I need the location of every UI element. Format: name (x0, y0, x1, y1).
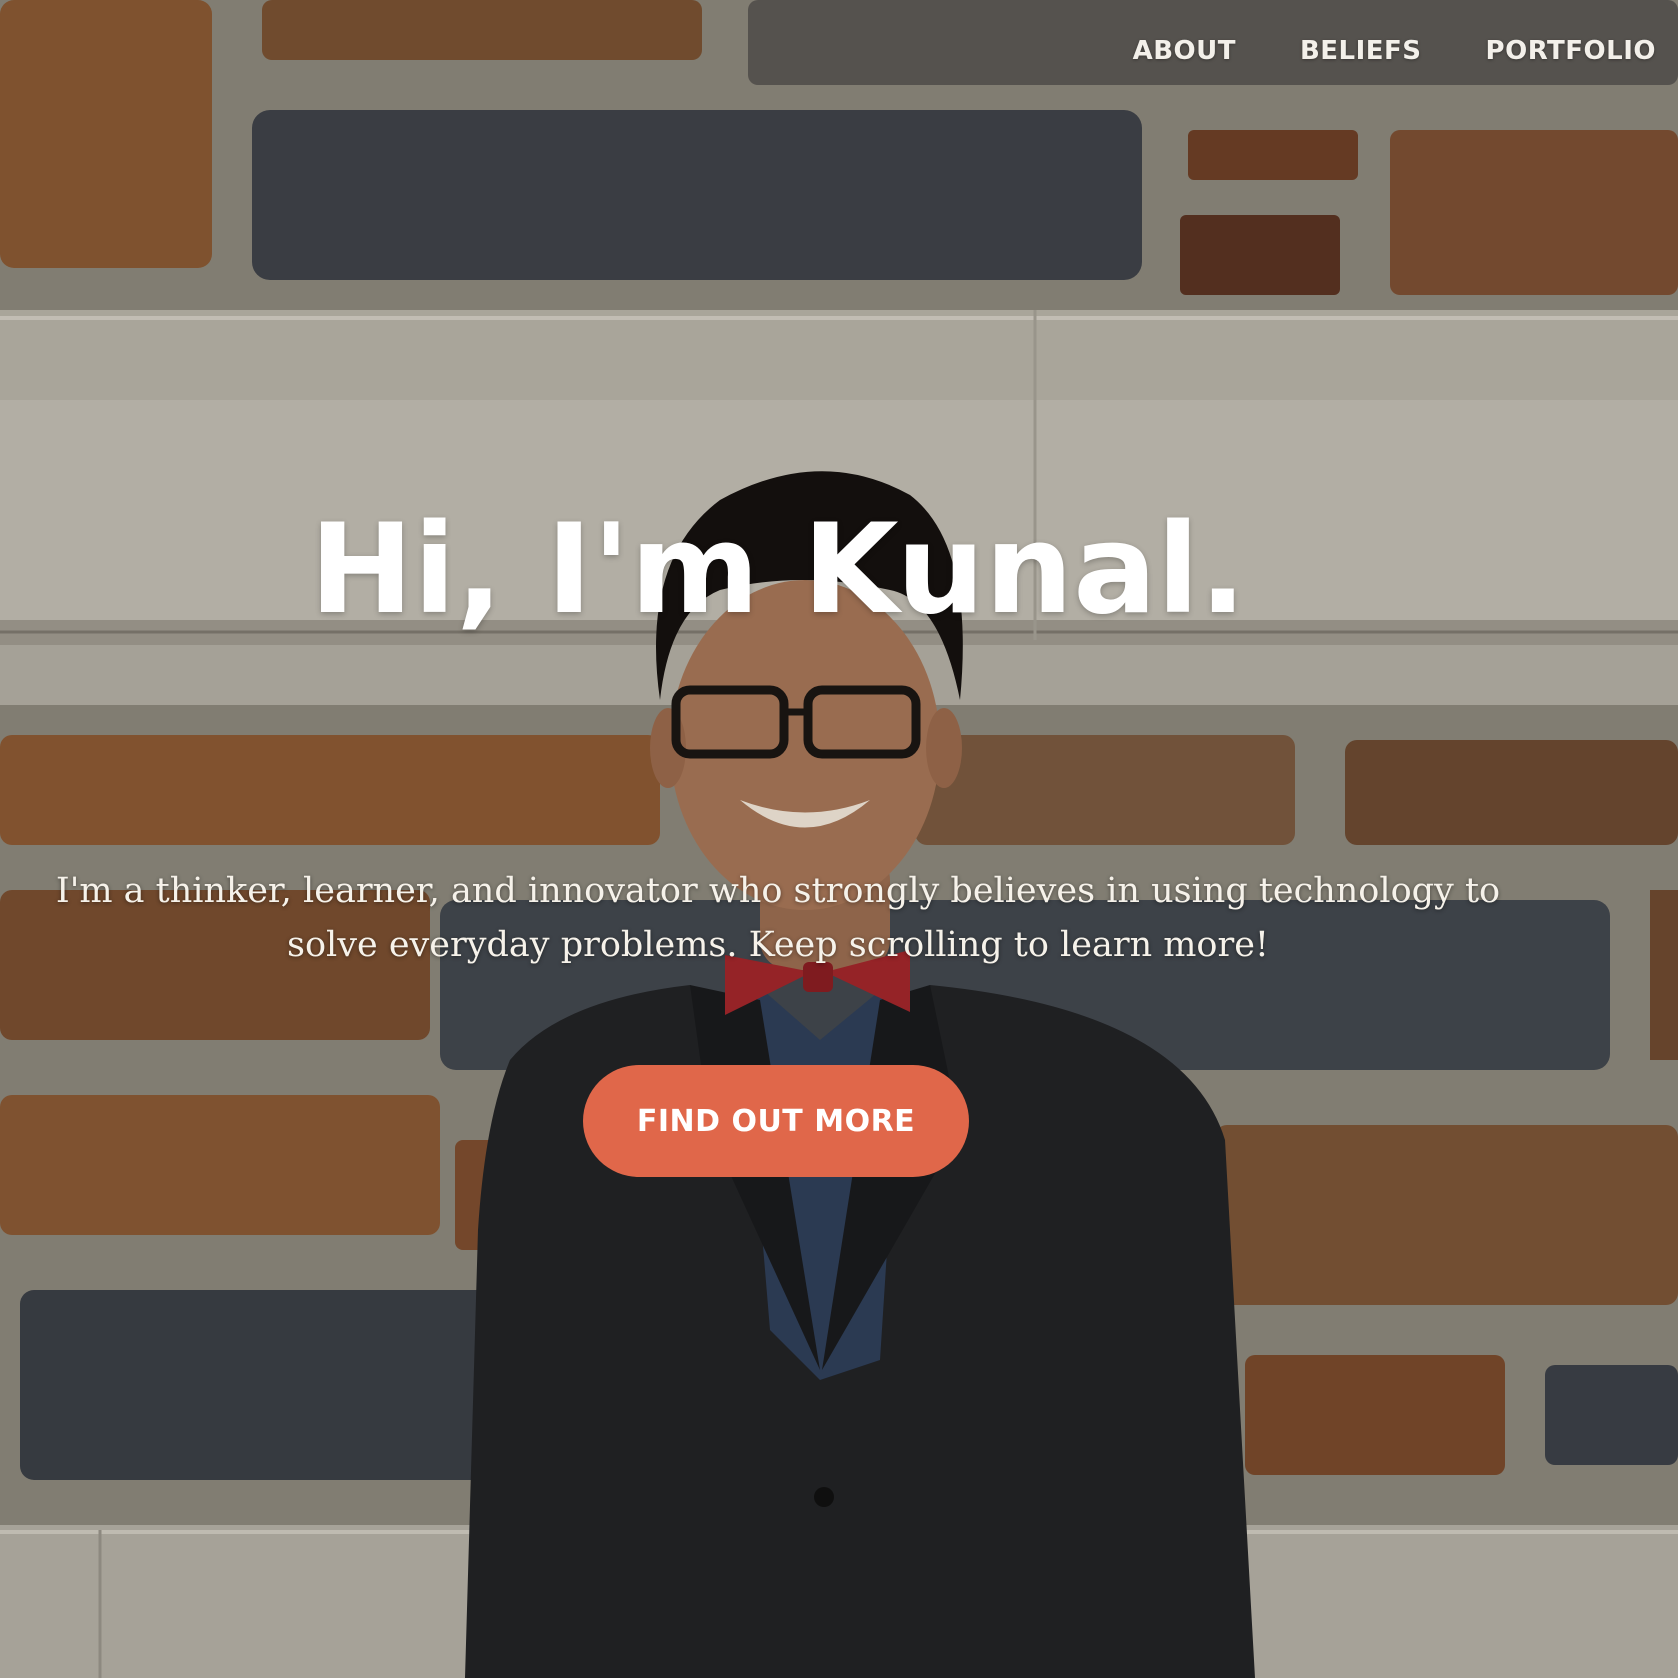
hero-headline: Hi, I'm Kunal. (309, 498, 1247, 642)
find-out-more-button[interactable]: FIND OUT MORE (583, 1065, 969, 1177)
top-nav: ABOUT BELIEFS PORTFOLIO (1133, 36, 1656, 66)
nav-link-portfolio[interactable]: PORTFOLIO (1486, 36, 1656, 66)
nav-link-beliefs[interactable]: BELIEFS (1300, 36, 1422, 66)
hero-background-photo (0, 0, 1678, 1678)
hero-subtitle: I'm a thinker, learner, and innovator wh… (55, 871, 1501, 965)
hero-section: ABOUT BELIEFS PORTFOLIO Hi, I'm Kunal. I… (0, 0, 1678, 1678)
nav-link-about[interactable]: ABOUT (1133, 36, 1236, 66)
